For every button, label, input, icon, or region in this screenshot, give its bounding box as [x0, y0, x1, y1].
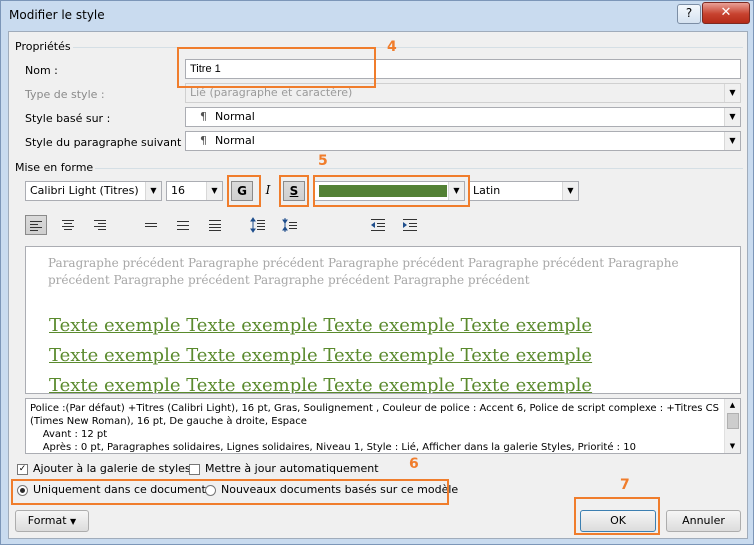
- description-line: Police :(Par défaut) +Titres (Calibri Li…: [30, 403, 719, 414]
- based-on-value: Normal: [215, 110, 255, 123]
- add-to-gallery-checkbox[interactable]: ✓: [17, 464, 28, 475]
- line-spacing-double-button[interactable]: [204, 215, 226, 235]
- annotation-box-ok: [574, 497, 660, 535]
- script-select[interactable]: Latin ▼: [468, 181, 579, 201]
- onehalf-spacing-icon: [177, 221, 189, 230]
- chevron-down-icon[interactable]: ▼: [724, 132, 740, 150]
- based-on-label: Style basé sur :: [25, 112, 111, 125]
- name-label: Nom :: [25, 64, 58, 77]
- auto-update-checkbox[interactable]: [189, 464, 200, 475]
- line-spacing-single-button[interactable]: [140, 215, 162, 235]
- next-paragraph-select[interactable]: ¶ Normal ▼: [185, 131, 741, 151]
- annotation-box-scope: [11, 479, 449, 505]
- increase-spacing-icon: [250, 217, 265, 233]
- chevron-down-icon[interactable]: ▼: [145, 182, 161, 200]
- chevron-down-icon[interactable]: ▼: [724, 108, 740, 126]
- style-description: Police :(Par défaut) +Titres (Calibri Li…: [25, 398, 741, 454]
- formatting-section-label: Mise en forme: [15, 161, 94, 174]
- font-size-select[interactable]: 16 ▼: [166, 181, 223, 201]
- scroll-thumb[interactable]: [727, 413, 739, 429]
- annotation-number: 5: [318, 153, 328, 169]
- annotation-number: 6: [409, 456, 419, 472]
- title-bar[interactable]: Modifier le style ? ✕: [1, 1, 754, 29]
- style-preview: Paragraphe précédent Paragraphe précéden…: [25, 246, 741, 394]
- annotation-box-color: [313, 175, 470, 207]
- description-line: Avant : 12 pt: [30, 429, 108, 440]
- description-scrollbar[interactable]: ▲ ▼: [724, 399, 740, 453]
- close-button[interactable]: ✕: [702, 2, 750, 24]
- font-size-value: 16: [171, 184, 185, 197]
- format-button-label: Format: [27, 514, 67, 527]
- font-select[interactable]: Calibri Light (Titres) ▼: [25, 181, 162, 201]
- section-divider: [95, 168, 743, 169]
- annotation-number: 7: [620, 477, 630, 493]
- align-center-button[interactable]: [57, 215, 79, 235]
- decrease-spacing-icon: [282, 218, 297, 232]
- increase-indent-button[interactable]: [399, 215, 421, 235]
- style-type-label: Type de style :: [25, 88, 105, 101]
- align-center-icon: [62, 220, 74, 230]
- scroll-up-icon[interactable]: ▲: [725, 399, 740, 412]
- previous-paragraph-text: Paragraphe précédent Paragraphe précéden…: [48, 256, 679, 287]
- sample-text-line: Texte exemple Texte exemple Texte exempl…: [49, 315, 593, 336]
- decrease-indent-icon: [371, 219, 385, 231]
- align-left-button[interactable]: [25, 215, 47, 235]
- double-spacing-icon: [209, 220, 221, 231]
- description-line: (Times New Roman), 16 pt, De gauche à dr…: [30, 416, 307, 427]
- description-line: Après : 0 pt, Paragraphes solidaires, Li…: [30, 442, 636, 453]
- window-title: Modifier le style: [9, 8, 105, 22]
- single-spacing-icon: [145, 223, 157, 227]
- dialog-body: Propriétés Nom : Type de style : Lié (pa…: [8, 31, 748, 539]
- script-value: Latin: [473, 184, 501, 197]
- align-left-icon: [30, 221, 42, 231]
- decrease-spacing-button[interactable]: [279, 215, 301, 235]
- sample-text-line: Texte exemple Texte exemple Texte exempl…: [49, 375, 593, 394]
- format-menu-button[interactable]: Format ▼: [15, 510, 89, 532]
- font-value: Calibri Light (Titres): [30, 184, 139, 197]
- line-spacing-onehalf-button[interactable]: [172, 215, 194, 235]
- annotation-box-bold: [227, 175, 261, 207]
- dialog-window: Modifier le style ? ✕ Propriétés Nom : T…: [0, 0, 754, 545]
- next-paragraph-label: Style du paragraphe suivant :: [25, 136, 189, 149]
- pilcrow-icon: ¶: [200, 110, 207, 123]
- chevron-down-icon: ▼: [724, 84, 740, 102]
- next-paragraph-value: Normal: [215, 134, 255, 147]
- chevron-down-icon[interactable]: ▼: [562, 182, 578, 200]
- annotation-box-name: [177, 47, 376, 88]
- align-right-button[interactable]: [89, 215, 111, 235]
- increase-indent-icon: [403, 219, 417, 231]
- annotation-number: 4: [387, 39, 397, 55]
- increase-spacing-button[interactable]: [247, 215, 269, 235]
- properties-section-label: Propriétés: [15, 40, 71, 53]
- chevron-down-icon[interactable]: ▼: [206, 182, 222, 200]
- decrease-indent-button[interactable]: [367, 215, 389, 235]
- annotation-box-underline: [279, 175, 309, 207]
- help-button[interactable]: ?: [677, 4, 701, 24]
- cancel-button[interactable]: Annuler: [666, 510, 741, 532]
- section-divider: [73, 47, 743, 48]
- auto-update-label[interactable]: Mettre à jour automatiquement: [205, 462, 379, 475]
- scroll-down-icon[interactable]: ▼: [725, 440, 740, 453]
- chevron-down-icon: ▼: [70, 517, 77, 526]
- align-right-icon: [94, 220, 106, 230]
- add-to-gallery-label[interactable]: Ajouter à la galerie de styles: [33, 462, 191, 475]
- pilcrow-icon: ¶: [200, 134, 207, 147]
- based-on-select[interactable]: ¶ Normal ▼: [185, 107, 741, 127]
- sample-text-line: Texte exemple Texte exemple Texte exempl…: [49, 345, 593, 366]
